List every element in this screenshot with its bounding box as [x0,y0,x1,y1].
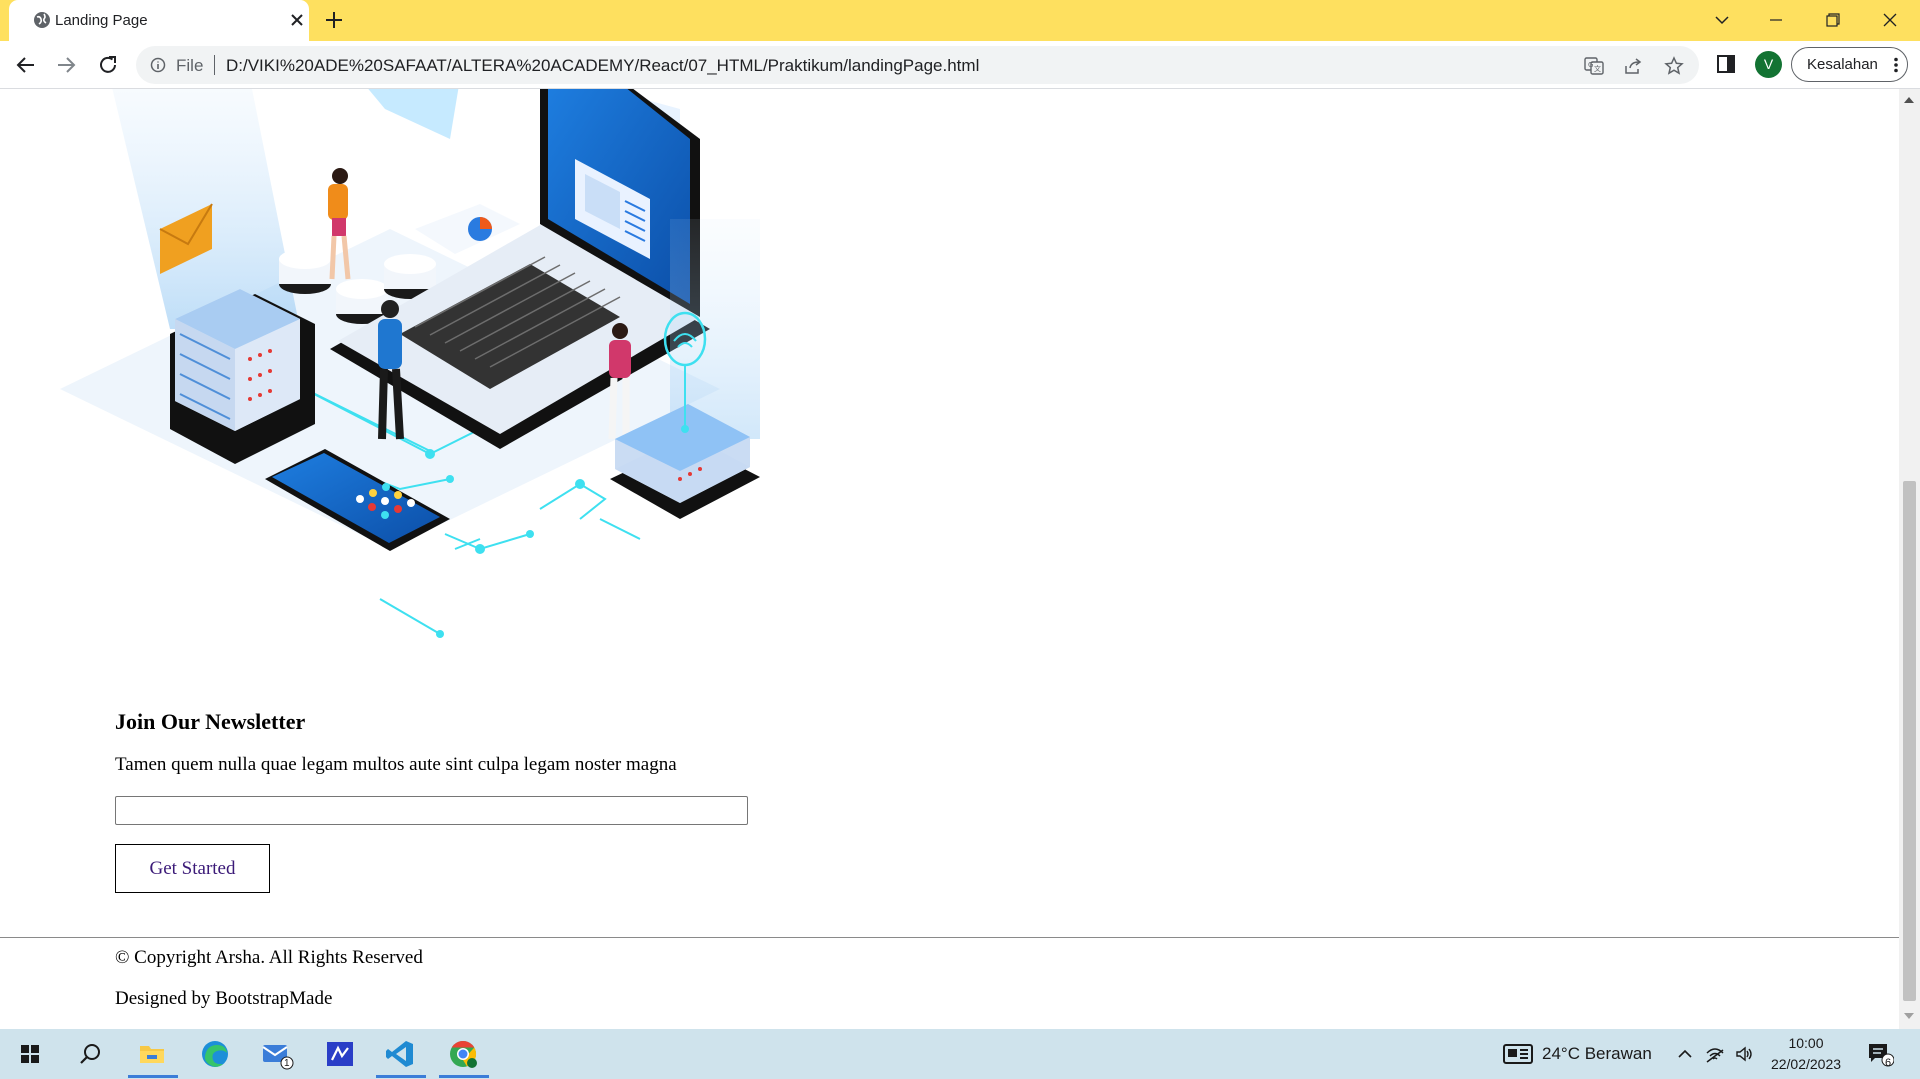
windows-start-icon[interactable] [12,1036,48,1072]
reload-icon[interactable] [96,53,120,77]
footer-divider [0,937,1899,938]
forward-arrow-icon[interactable] [54,53,78,77]
scroll-up-arrow-icon[interactable] [1904,95,1914,103]
close-window-icon[interactable] [1878,8,1902,32]
tab-strip: Landing Page [0,0,1920,41]
footer-copyright: © Copyright Arsha. All Rights Reserved [115,947,423,968]
network-icon[interactable] [1705,1044,1725,1064]
weather-text[interactable]: 24°C Berawan [1542,1044,1652,1064]
file-scheme-label: File [176,56,204,75]
star-icon[interactable] [1664,56,1684,76]
error-button[interactable]: Kesalahan [1791,47,1908,82]
footer-credit: Designed by BootstrapMade [115,988,333,1009]
search-icon[interactable] [72,1036,108,1072]
side-panel-icon[interactable] [1716,54,1736,74]
visual-studio-icon[interactable] [322,1036,358,1072]
info-icon[interactable] [150,57,166,73]
windows-taskbar: 1 24°C Berawan 10:00 22/02/2023 6 [0,1029,1920,1079]
notification-count: 6 [1885,1057,1892,1069]
clock-date[interactable]: 22/02/2023 [1766,1056,1846,1072]
volume-icon[interactable] [1734,1044,1754,1064]
svg-text:G: G [1588,61,1593,69]
chevron-down-icon[interactable] [1710,8,1734,32]
address-bar[interactable]: File D:/VIKI%20ADE%20SAFAAT/ALTERA%20ACA… [136,46,1699,84]
back-arrow-icon[interactable] [14,53,38,77]
tab-title: Landing Page [55,12,148,29]
edge-icon[interactable] [197,1036,233,1072]
share-icon[interactable] [1623,56,1643,76]
browser-toolbar: File D:/VIKI%20ADE%20SAFAAT/ALTERA%20ACA… [0,41,1920,89]
translate-icon[interactable]: G 文 [1584,56,1604,76]
file-explorer-active-indicator [128,1075,178,1078]
globe-icon [34,12,50,28]
svg-text:文: 文 [1594,64,1601,73]
close-icon[interactable] [289,12,305,28]
mail-badge: 1 [284,1058,290,1069]
scroll-down-arrow-icon[interactable] [1904,1013,1914,1021]
vscode-active-indicator [376,1075,426,1078]
plus-icon[interactable] [324,10,344,30]
newsletter-email-input[interactable] [115,796,748,825]
chevron-up-icon[interactable] [1676,1045,1694,1063]
vscode-icon[interactable] [382,1036,418,1072]
page-viewport: Join Our Newsletter Tamen quem nulla qua… [0,89,1899,1029]
scrollbar-thumb[interactable] [1903,481,1916,1001]
clock-time[interactable]: 10:00 [1770,1035,1842,1051]
url-text[interactable]: D:/VIKI%20ADE%20SAFAAT/ALTERA%20ACADEMY/… [226,56,979,76]
address-separator [214,55,215,75]
tab-landing-page[interactable]: Landing Page [9,0,309,41]
profile-avatar[interactable]: V [1755,51,1782,78]
newsletter-description: Tamen quem nulla quae legam multos aute … [115,754,677,775]
chrome-active-indicator [439,1075,489,1078]
chrome-icon[interactable] [445,1036,481,1072]
newsletter-heading: Join Our Newsletter [115,709,306,734]
error-label: Kesalahan [1807,56,1878,73]
kebab-menu-icon[interactable] [1889,57,1903,73]
file-explorer-icon[interactable] [134,1036,170,1072]
minimize-icon[interactable] [1764,8,1788,32]
hero-illustration [60,89,760,638]
get-started-button[interactable]: Get Started [115,844,270,893]
weather-icon[interactable] [1503,1043,1533,1065]
restore-icon[interactable] [1821,8,1845,32]
page-scrollbar[interactable] [1899,89,1920,1029]
